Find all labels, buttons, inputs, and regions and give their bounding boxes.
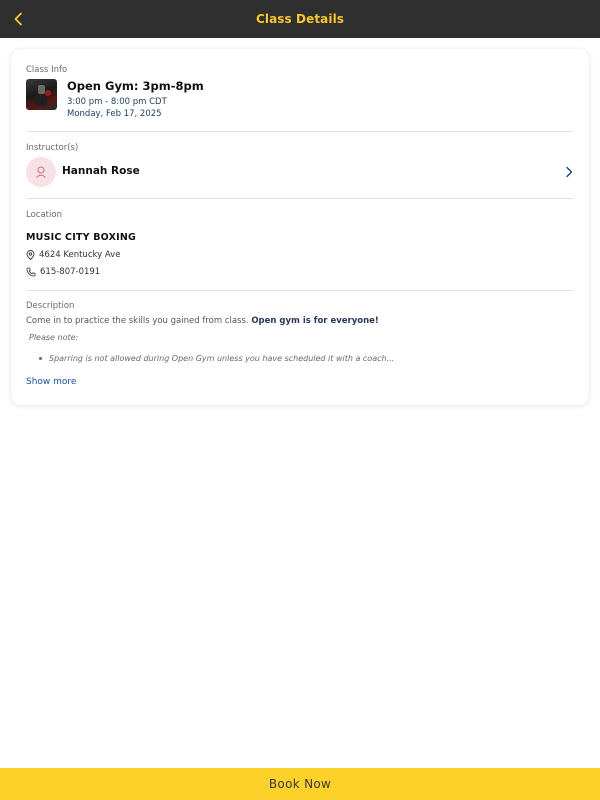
bullet-dot xyxy=(39,357,42,360)
page-title: Class Details xyxy=(255,12,345,26)
instructor-row[interactable]: Hannah Rose xyxy=(26,156,576,188)
description-label: Description xyxy=(26,301,75,311)
avatar xyxy=(26,157,56,187)
chevron-left-icon xyxy=(14,12,22,26)
class-info-label: Class Info xyxy=(26,65,68,75)
description-note: Please note: xyxy=(29,333,79,342)
description-text: Come in to practice the skills you gaine… xyxy=(26,316,379,326)
location-name: MUSIC CITY BOXING xyxy=(26,232,136,243)
instructor-name: Hannah Rose xyxy=(62,165,140,177)
instructors-label: Instructor(s) xyxy=(26,143,79,153)
location-label: Location xyxy=(26,210,62,220)
class-details-card: Class Info Open Gym: 3pm-8pm 3:00 pm - 8… xyxy=(11,49,589,405)
location-phone-row[interactable]: 615-807-0191 xyxy=(26,267,100,277)
divider xyxy=(26,290,574,291)
bullet-text: Sparring is not allowed during Open Gym … xyxy=(49,354,395,363)
class-thumbnail xyxy=(26,79,57,110)
divider xyxy=(26,198,574,199)
class-time: 3:00 pm - 8:00 pm CDT xyxy=(67,97,167,107)
map-pin-icon xyxy=(26,250,35,260)
show-more-link[interactable]: Show more xyxy=(26,377,76,387)
description-plain: Come in to practice the skills you gaine… xyxy=(26,316,252,326)
location-address-row[interactable]: 4624 Kentucky Ave xyxy=(26,250,120,260)
location-phone: 615-807-0191 xyxy=(40,267,101,277)
location-address: 4624 Kentucky Ave xyxy=(39,250,121,260)
person-icon xyxy=(36,166,46,178)
class-title: Open Gym: 3pm-8pm xyxy=(67,79,204,93)
back-button[interactable] xyxy=(4,4,34,34)
phone-icon xyxy=(26,267,36,277)
top-app-bar: Class Details xyxy=(0,0,600,38)
class-date: Monday, Feb 17, 2025 xyxy=(67,109,162,119)
description-bold: Open gym is for everyone! xyxy=(251,316,379,326)
list-item: Sparring is not allowed during Open Gym … xyxy=(39,354,394,363)
divider xyxy=(26,131,574,132)
book-now-button[interactable]: Book Now xyxy=(0,768,600,800)
chevron-right-icon xyxy=(566,166,573,178)
